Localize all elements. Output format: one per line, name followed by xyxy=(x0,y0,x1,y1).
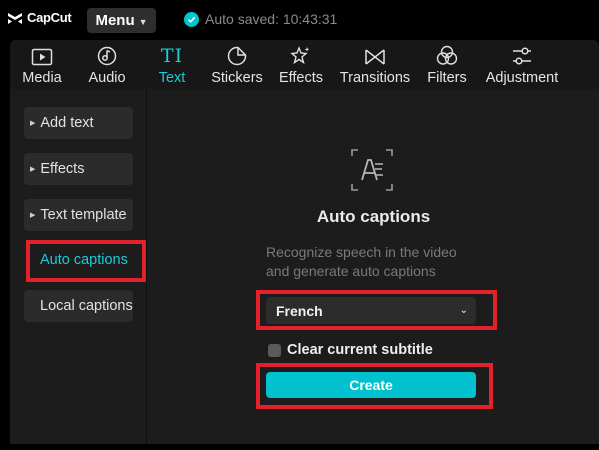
capcut-logo-icon xyxy=(8,12,22,24)
menu-button[interactable]: Menu ▼ xyxy=(87,8,156,33)
triangle-right-icon: ▶ xyxy=(30,166,36,173)
tab-audio[interactable]: Audio xyxy=(85,40,129,89)
menu-label: Menu xyxy=(95,12,135,29)
tab-label: Audio xyxy=(88,70,126,86)
highlight-language-select xyxy=(256,290,497,330)
audio-icon xyxy=(97,46,117,66)
description-line-1: Recognize speech in the video xyxy=(266,244,457,260)
sidebar-item-label: Effects xyxy=(40,161,85,177)
clear-subtitle-option[interactable]: Clear current subtitle xyxy=(268,342,433,358)
tab-filters[interactable]: Filters xyxy=(426,40,468,89)
tab-stickers[interactable]: Stickers xyxy=(209,40,265,89)
tab-label: Media xyxy=(22,70,62,86)
sidebar-item-label: Text template xyxy=(40,207,127,223)
auto-captions-title: Auto captions xyxy=(316,207,431,226)
tab-transitions[interactable]: Transitions xyxy=(339,40,411,89)
effects-icon xyxy=(290,46,310,65)
tab-adjustment[interactable]: Adjustment xyxy=(483,40,561,89)
sidebar-item-label: Add text xyxy=(40,115,94,131)
adjustment-icon xyxy=(513,47,531,65)
tab-label: Adjustment xyxy=(485,70,559,86)
sidebar-item-local-captions[interactable]: Local captions xyxy=(24,290,133,322)
tab-effects[interactable]: Effects xyxy=(278,40,324,89)
sidebar-item-effects[interactable]: ▶ Effects xyxy=(24,153,133,185)
tab-media[interactable]: Media xyxy=(19,40,65,89)
stickers-icon xyxy=(227,46,247,66)
check-icon xyxy=(184,11,199,27)
clear-subtitle-checkbox[interactable] xyxy=(268,343,281,357)
tab-label: Effects xyxy=(278,70,324,86)
category-tabs: Media Audio TI Text Stickers Effects Tra… xyxy=(10,40,599,89)
tab-label: Filters xyxy=(427,70,467,86)
autosave-status: Auto saved: 10:43:31 xyxy=(184,11,337,27)
highlight-create-button xyxy=(256,363,493,409)
autosave-text: Auto saved: 10:43:31 xyxy=(205,11,338,27)
top-bar: CapCut Menu ▼ Auto saved: 10:43:31 xyxy=(0,0,599,40)
sidebar-item-text-template[interactable]: ▶ Text template xyxy=(24,199,133,231)
chevron-down-icon: ▼ xyxy=(138,16,148,27)
media-icon xyxy=(31,48,53,66)
description-line-2: and generate auto captions xyxy=(266,263,436,279)
transitions-icon xyxy=(365,49,385,65)
triangle-right-icon: ▶ xyxy=(30,120,36,127)
tab-label: Transitions xyxy=(339,70,411,86)
sidebar-item-label: Local captions xyxy=(40,298,133,314)
app-logo: CapCut xyxy=(7,10,72,25)
tab-label: Stickers xyxy=(211,70,263,86)
tab-text[interactable]: TI Text xyxy=(154,40,190,89)
filters-icon xyxy=(436,45,458,65)
highlight-auto-captions xyxy=(26,240,146,282)
tab-label: Text xyxy=(158,70,186,86)
auto-captions-description: Recognize speech in the video and genera… xyxy=(266,243,526,281)
auto-captions-icon xyxy=(351,149,393,191)
text-icon: TI xyxy=(160,45,184,67)
sidebar-item-add-text[interactable]: ▶ Add text xyxy=(24,107,133,139)
clear-subtitle-label: Clear current subtitle xyxy=(287,342,433,358)
triangle-right-icon: ▶ xyxy=(30,212,36,219)
app-name: CapCut xyxy=(27,10,72,25)
